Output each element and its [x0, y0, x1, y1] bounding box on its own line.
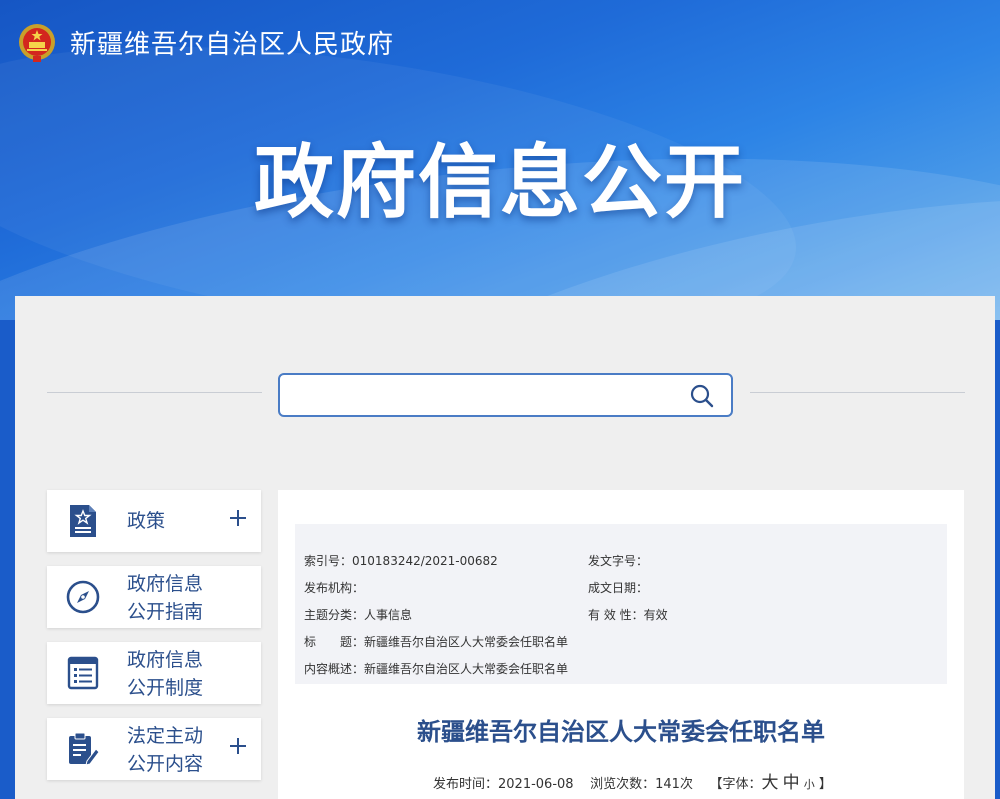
sidebar-item-label: 政府信息 [127, 649, 204, 671]
page-title: 政府信息公开 [254, 136, 746, 229]
meta-value: 新疆维吾尔自治区人大常委会任职名单 [364, 635, 569, 649]
article-info: 发布时间：2021-06-08 浏览次数：141次 【字体：大 中 小 】 [433, 768, 832, 793]
font-size-close: 】 [818, 777, 832, 792]
meta-label: 内容概述： [304, 662, 365, 676]
sidebar-item-label: 政策 [127, 510, 166, 532]
plus-icon[interactable] [229, 509, 247, 527]
publish-date: 2021-06-08 [498, 777, 574, 792]
sidebar-item-disclosure-system[interactable]: 政府信息 公开制度 [47, 642, 261, 704]
list-document-icon [67, 656, 99, 690]
meta-label: 发文字号： [588, 554, 649, 568]
meta-value: 010183242/2021-00682 [352, 554, 498, 568]
font-size-open: 【字体： [709, 777, 762, 792]
metadata-table: 索引号：010183242/2021-00682 发文字号： 发布机构： 成文日… [295, 524, 947, 684]
meta-index: 索引号：010183242/2021-00682 [304, 552, 498, 569]
meta-label: 有 效 性： [588, 608, 644, 622]
sidebar-item-label: 政府信息 [127, 573, 204, 595]
meta-value: 有效 [643, 608, 668, 622]
plus-icon[interactable] [229, 737, 247, 755]
publish-label: 发布时间： [433, 777, 499, 792]
meta-label: 标 题： [304, 635, 365, 649]
search-icon[interactable] [689, 383, 715, 409]
meta-title: 标 题：新疆维吾尔自治区人大常委会任职名单 [304, 633, 568, 650]
meta-validity: 有 效 性：有效 [588, 606, 668, 623]
clipboard-edit-icon [69, 732, 100, 766]
divider [750, 392, 965, 393]
meta-publisher: 发布机构： [304, 579, 364, 596]
meta-label: 索引号： [304, 554, 353, 568]
article-content: 索引号：010183242/2021-00682 发文字号： 发布机构： 成文日… [278, 490, 964, 799]
views-label: 浏览次数： [590, 777, 656, 792]
meta-summary: 内容概述：新疆维吾尔自治区人大常委会任职名单 [304, 660, 568, 677]
meta-label: 成文日期： [588, 581, 649, 595]
national-emblem-icon[interactable] [17, 22, 57, 64]
font-size-small-button[interactable]: 小 [804, 778, 815, 791]
sidebar-item-label: 公开内容 [127, 753, 204, 775]
search-box [278, 373, 733, 417]
policy-doc-icon [70, 505, 96, 537]
sidebar-item-policy[interactable]: 政策 [47, 490, 261, 552]
meta-doc-number: 发文字号： [588, 552, 648, 569]
header-banner: 新疆维吾尔自治区人民政府 政府信息公开 [0, 0, 1000, 320]
sidebar-item-label: 法定主动 [127, 725, 204, 747]
sidebar-item-disclosure-guide[interactable]: 政府信息 公开指南 [47, 566, 261, 628]
font-size-medium-button[interactable]: 中 [783, 773, 800, 793]
meta-created-date: 成文日期： [588, 579, 648, 596]
sidebar-item-statutory-disclosure[interactable]: 法定主动 公开内容 [47, 718, 261, 780]
divider [47, 392, 262, 393]
search-input[interactable] [290, 383, 670, 407]
meta-value: 新疆维吾尔自治区人大常委会任职名单 [364, 662, 569, 676]
sidebar-item-label: 公开指南 [127, 601, 204, 623]
site-name[interactable]: 新疆维吾尔自治区人民政府 [70, 24, 394, 61]
views-count: 141次 [655, 777, 693, 792]
compass-icon [66, 580, 100, 614]
sidebar-item-label: 公开制度 [127, 677, 204, 699]
font-size-control: 【字体：大 中 小 】 [709, 773, 832, 793]
meta-category: 主题分类：人事信息 [304, 606, 412, 623]
article-title: 新疆维吾尔自治区人大常委会任职名单 [417, 718, 825, 746]
meta-label: 主题分类： [304, 608, 365, 622]
font-size-large-button[interactable]: 大 [762, 773, 779, 793]
meta-label: 发布机构： [304, 581, 365, 595]
meta-value: 人事信息 [364, 608, 413, 622]
